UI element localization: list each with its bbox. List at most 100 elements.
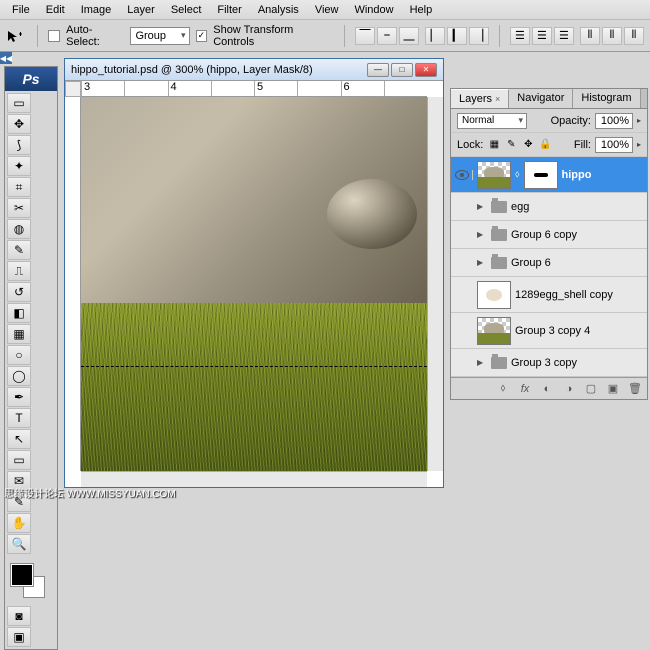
- minimize-button[interactable]: —: [367, 63, 389, 77]
- quickmask-tool[interactable]: ◙: [7, 606, 31, 626]
- heal-tool[interactable]: ◍: [7, 219, 31, 239]
- shape-tool[interactable]: ▭: [7, 450, 31, 470]
- menu-filter[interactable]: Filter: [209, 2, 249, 18]
- auto-select-checkbox[interactable]: [48, 30, 60, 42]
- trash-icon[interactable]: 🗑: [627, 382, 643, 395]
- pen-tool[interactable]: ✒: [7, 387, 31, 407]
- mask-thumbnail[interactable]: [524, 161, 558, 189]
- layer-row[interactable]: ▶ Group 6 copy: [451, 221, 647, 249]
- ruler-horizontal[interactable]: 3 4 5 6: [81, 81, 427, 97]
- layer-thumbnail[interactable]: [477, 317, 511, 345]
- visibility-icon[interactable]: [455, 170, 469, 180]
- collapse-toolbox-icon[interactable]: ◀◀: [0, 52, 12, 64]
- fg-color[interactable]: [11, 564, 33, 586]
- stamp-tool[interactable]: ⎍: [7, 261, 31, 281]
- menu-view[interactable]: View: [307, 2, 347, 18]
- align-top-icon[interactable]: ⎺: [355, 27, 375, 45]
- menu-window[interactable]: Window: [346, 2, 401, 18]
- layer-row[interactable]: ⬨ hippo: [451, 157, 647, 193]
- zoom-tool[interactable]: 🔍: [7, 534, 31, 554]
- opacity-input[interactable]: 100%: [595, 113, 633, 129]
- canvas[interactable]: [81, 97, 427, 471]
- crop-tool[interactable]: ⌗: [7, 177, 31, 197]
- blur-tool[interactable]: ○: [7, 345, 31, 365]
- fill-slider-icon[interactable]: ▸: [637, 140, 641, 149]
- dist-vcenter-icon[interactable]: ☰: [532, 27, 552, 45]
- lock-position-icon[interactable]: ✥: [521, 138, 535, 152]
- fill-input[interactable]: 100%: [595, 137, 633, 153]
- fx-icon[interactable]: fx: [517, 383, 533, 395]
- menu-layer[interactable]: Layer: [119, 2, 163, 18]
- align-vcenter-icon[interactable]: ⎯: [377, 27, 397, 45]
- menu-help[interactable]: Help: [402, 2, 441, 18]
- eraser-tool[interactable]: ◧: [7, 303, 31, 323]
- menu-file[interactable]: File: [4, 2, 38, 18]
- screenmode-tool[interactable]: ▣: [7, 627, 31, 647]
- marquee-tool[interactable]: ▭: [7, 93, 31, 113]
- mask-icon[interactable]: ◐: [539, 383, 555, 395]
- align-hcenter-icon[interactable]: ▎: [447, 27, 467, 45]
- brush-tool[interactable]: ✎: [7, 240, 31, 260]
- link-layers-icon[interactable]: ⬨: [495, 382, 511, 395]
- document-titlebar[interactable]: hippo_tutorial.psd @ 300% (hippo, Layer …: [65, 59, 443, 81]
- menu-analysis[interactable]: Analysis: [250, 2, 307, 18]
- color-swatch[interactable]: [9, 562, 53, 598]
- gradient-tool[interactable]: ▦: [7, 324, 31, 344]
- auto-select-dropdown[interactable]: Group: [130, 27, 189, 45]
- opacity-slider-icon[interactable]: ▸: [637, 116, 641, 125]
- tab-layers[interactable]: Layers×: [451, 89, 509, 108]
- close-icon[interactable]: ×: [495, 94, 500, 104]
- layer-row[interactable]: 1289egg_shell copy: [451, 277, 647, 313]
- layer-row[interactable]: ▶ Group 6: [451, 249, 647, 277]
- blend-mode-dropdown[interactable]: Normal: [457, 113, 527, 129]
- dist-right-icon[interactable]: ⫴: [624, 27, 644, 45]
- close-button[interactable]: ✕: [415, 63, 437, 77]
- scrollbar-vertical[interactable]: [427, 97, 443, 471]
- layer-name[interactable]: hippo: [562, 169, 592, 181]
- type-tool[interactable]: T: [7, 408, 31, 428]
- lock-transparency-icon[interactable]: ▦: [487, 138, 501, 152]
- tab-histogram[interactable]: Histogram: [573, 89, 640, 108]
- layer-thumbnail[interactable]: [477, 161, 511, 189]
- hand-tool[interactable]: ✋: [7, 513, 31, 533]
- expand-icon[interactable]: ▶: [477, 230, 487, 239]
- align-bottom-icon[interactable]: ⎽: [399, 27, 419, 45]
- expand-icon[interactable]: ▶: [477, 202, 487, 211]
- layer-name[interactable]: Group 6: [511, 257, 551, 269]
- show-transform-checkbox[interactable]: ✓: [196, 30, 208, 42]
- layer-row[interactable]: ▶ Group 3 copy: [451, 349, 647, 377]
- layer-name[interactable]: Group 3 copy 4: [515, 325, 590, 337]
- layer-name[interactable]: Group 6 copy: [511, 229, 577, 241]
- lock-pixels-icon[interactable]: ✎: [504, 138, 518, 152]
- maximize-button[interactable]: □: [391, 63, 413, 77]
- layer-name[interactable]: 1289egg_shell copy: [515, 289, 613, 301]
- slice-tool[interactable]: ✂: [7, 198, 31, 218]
- layer-name[interactable]: Group 3 copy: [511, 357, 577, 369]
- menu-image[interactable]: Image: [73, 2, 120, 18]
- new-layer-icon[interactable]: ▣: [605, 382, 621, 395]
- menu-select[interactable]: Select: [163, 2, 210, 18]
- tab-navigator[interactable]: Navigator: [509, 89, 573, 108]
- dist-top-icon[interactable]: ☰: [510, 27, 530, 45]
- move-tool[interactable]: ✥: [7, 114, 31, 134]
- layer-name[interactable]: egg: [511, 201, 529, 213]
- dodge-tool[interactable]: ◯: [7, 366, 31, 386]
- menu-edit[interactable]: Edit: [38, 2, 73, 18]
- lock-all-icon[interactable]: 🔒: [538, 138, 552, 152]
- dist-bottom-icon[interactable]: ☰: [554, 27, 574, 45]
- group-icon[interactable]: ▢: [583, 382, 599, 395]
- ruler-origin[interactable]: [65, 81, 81, 97]
- expand-icon[interactable]: ▶: [477, 258, 487, 267]
- ruler-vertical[interactable]: [65, 97, 81, 471]
- layer-thumbnail[interactable]: [477, 281, 511, 309]
- lasso-tool[interactable]: ⟆: [7, 135, 31, 155]
- layer-row[interactable]: ▶ egg: [451, 193, 647, 221]
- path-tool[interactable]: ↖: [7, 429, 31, 449]
- expand-icon[interactable]: ▶: [477, 358, 487, 367]
- align-left-icon[interactable]: ▏: [425, 27, 445, 45]
- layer-row[interactable]: Group 3 copy 4: [451, 313, 647, 349]
- dist-hcenter-icon[interactable]: ⫴: [602, 27, 622, 45]
- history-brush-tool[interactable]: ↺: [7, 282, 31, 302]
- align-right-icon[interactable]: ▕: [469, 27, 489, 45]
- adjustment-icon[interactable]: ◑: [561, 383, 577, 395]
